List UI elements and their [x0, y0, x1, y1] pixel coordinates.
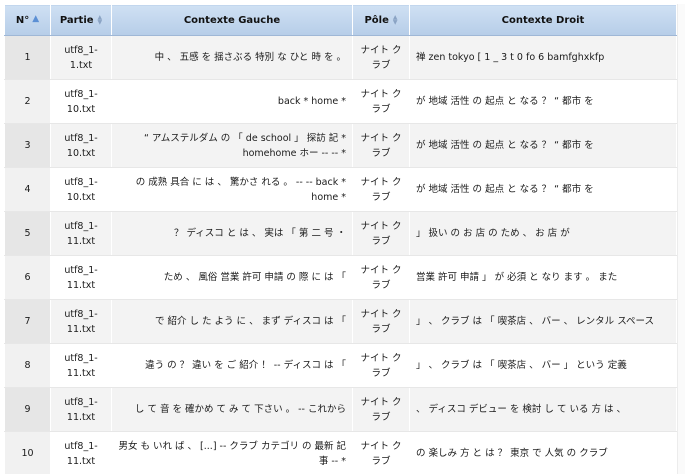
partie-cell: utf8_1-10.txt: [50, 167, 112, 212]
right-context-cell: が 地域 活性 の 起点 と なる ？ “ 都市 を: [409, 167, 677, 212]
pole-cell: ナイト クラブ: [352, 79, 410, 124]
sort-both-icon: ▲ ▼: [97, 13, 103, 26]
left-context-cell: “ アムステルダム の 「 de school 」 探訪 記 * homehom…: [111, 123, 353, 168]
table-row[interactable]: 1 utf8_1-1.txt 中 、 五感 を 揺さぶる 特別 な ひと 時 を 。…: [4, 35, 677, 80]
table-row[interactable]: 5 utf8_1-11.txt？ ディスコ と は 、 実は 「 第 二 号 ・ナ…: [4, 211, 677, 256]
partie-cell: utf8_1-11.txt: [50, 299, 112, 344]
left-context-cell: 男女 も いれ ば 、 [...] -- クラブ カテゴリ の 最新 記事 --…: [111, 431, 353, 474]
concordance-table: N° ▲ Partie ▲ ▼ Contexte Gauche Pôle ▲ ▼ Cont…: [4, 4, 677, 474]
column-header-number-label: N°: [15, 14, 30, 26]
left-context-cell: back * home *: [111, 79, 353, 124]
partie-cell: utf8_1-1.txt: [50, 35, 112, 80]
vertical-scrollbar[interactable]: [677, 4, 685, 474]
pole-cell: ナイト クラブ: [352, 343, 410, 388]
sort-ascending-icon: ▲: [32, 13, 40, 24]
partie-cell: utf8_1-11.txt: [50, 431, 112, 474]
pole-cell: ナイト クラブ: [352, 211, 410, 256]
column-header-partie[interactable]: Partie ▲ ▼: [50, 4, 112, 36]
table-row[interactable]: 10 utf8_1-11.txt 男女 も いれ ば 、 [...] -- クラブ …: [4, 431, 677, 474]
concordance-view: N° ▲ Partie ▲ ▼ Contexte Gauche Pôle ▲ ▼ Cont…: [0, 0, 685, 474]
left-context-cell: ため 、 風俗 営業 許可 申請 の 際 に は 「: [111, 255, 353, 300]
partie-cell: utf8_1-11.txt: [50, 387, 112, 432]
partie-cell: utf8_1-11.txt: [50, 255, 112, 300]
pole-cell: ナイト クラブ: [352, 255, 410, 300]
left-context-cell: ？ ディスコ と は 、 実は 「 第 二 号 ・: [111, 211, 353, 256]
table-row[interactable]: 7 utf8_1-11.txt で 紹介 し た よう に 、 まず ディスコ は …: [4, 299, 677, 344]
right-context-cell: 」 、 クラブ は 「 喫茶店 、 バー 、 レンタル スペース: [409, 299, 677, 344]
left-context-cell: 違う の ？ 違い を ご 紹介 ！ -- ディスコ は 「: [111, 343, 353, 388]
table-row[interactable]: 8 utf8_1-11.txt 違う の ？ 違い を ご 紹介 ！ -- ディスコ…: [4, 343, 677, 388]
pole-cell: ナイト クラブ: [352, 387, 410, 432]
row-number-cell: 7: [4, 299, 51, 344]
column-header-right-context-label: Contexte Droit: [501, 14, 585, 26]
right-context-cell: 、 ディスコ デビュー を 検討 し て いる 方 は 、: [409, 387, 677, 432]
partie-cell: utf8_1-10.txt: [50, 79, 112, 124]
column-header-pole-label: Pôle: [364, 14, 389, 26]
pole-cell: ナイト クラブ: [352, 431, 410, 474]
header-row: N° ▲ Partie ▲ ▼ Contexte Gauche Pôle ▲ ▼ Cont…: [4, 4, 677, 36]
row-number-cell: 3: [4, 123, 51, 168]
row-number-cell: 1: [4, 35, 51, 80]
pole-cell: ナイト クラブ: [352, 167, 410, 212]
row-number-cell: 10: [4, 431, 51, 474]
row-number-cell: 2: [4, 79, 51, 124]
row-number-cell: 4: [4, 167, 51, 212]
table-row[interactable]: 6 utf8_1-11.txt ため 、 風俗 営業 許可 申請 の 際 に は 「…: [4, 255, 677, 300]
right-context-cell: 営業 許可 申請 」 が 必須 と なり ます 。 また: [409, 255, 677, 300]
right-context-cell: の 楽しみ 方 と は ？ 東京 で 人気 の クラブ: [409, 431, 677, 474]
pole-cell: ナイト クラブ: [352, 123, 410, 168]
table-row[interactable]: 2 utf8_1-10.txt back * home * ナイト クラブが 地域 活…: [4, 79, 677, 124]
row-number-cell: 8: [4, 343, 51, 388]
partie-cell: utf8_1-11.txt: [50, 343, 112, 388]
column-header-pole[interactable]: Pôle ▲ ▼: [352, 4, 410, 36]
partie-cell: utf8_1-11.txt: [50, 211, 112, 256]
row-number-cell: 9: [4, 387, 51, 432]
column-header-partie-label: Partie: [59, 14, 94, 26]
right-context-cell: 禅 zen tokyo [ 1 _ 3 t 0 fo 6 bamfghxkfp: [409, 35, 677, 80]
left-context-cell: で 紹介 し た よう に 、 まず ディスコ は 「: [111, 299, 353, 344]
partie-cell: utf8_1-10.txt: [50, 123, 112, 168]
sort-both-icon: ▲ ▼: [392, 13, 398, 26]
left-context-cell: の 成熟 具合 に は 、 驚かさ れる 。 -- -- back * home…: [111, 167, 353, 212]
left-context-cell: 中 、 五感 を 揺さぶる 特別 な ひと 時 を 。: [111, 35, 353, 80]
column-header-left-context[interactable]: Contexte Gauche: [111, 4, 353, 36]
pole-cell: ナイト クラブ: [352, 35, 410, 80]
table-row[interactable]: 4 utf8_1-10.txt の 成熟 具合 に は 、 驚かさ れる 。 -- …: [4, 167, 677, 212]
left-context-cell: し て 音 を 確かめ て み て 下さい 。 -- これから: [111, 387, 353, 432]
table-row[interactable]: 9 utf8_1-11.txt し て 音 を 確かめ て み て 下さい 。 --…: [4, 387, 677, 432]
column-header-right-context[interactable]: Contexte Droit: [409, 4, 677, 36]
right-context-cell: 」 、 クラブ は 「 喫茶店 、 バー 」 という 定義: [409, 343, 677, 388]
row-number-cell: 6: [4, 255, 51, 300]
right-context-cell: が 地域 活性 の 起点 と なる ？ “ 都市 を: [409, 123, 677, 168]
table-row[interactable]: 3 utf8_1-10.txt “ アムステルダム の 「 de school 」 …: [4, 123, 677, 168]
row-number-cell: 5: [4, 211, 51, 256]
right-context-cell: が 地域 活性 の 起点 と なる ？ “ 都市 を: [409, 79, 677, 124]
pole-cell: ナイト クラブ: [352, 299, 410, 344]
column-header-left-context-label: Contexte Gauche: [183, 14, 281, 26]
right-context-cell: 」 扱い の お 店 の ため 、 お 店 が: [409, 211, 677, 256]
column-header-number[interactable]: N° ▲: [4, 4, 51, 36]
